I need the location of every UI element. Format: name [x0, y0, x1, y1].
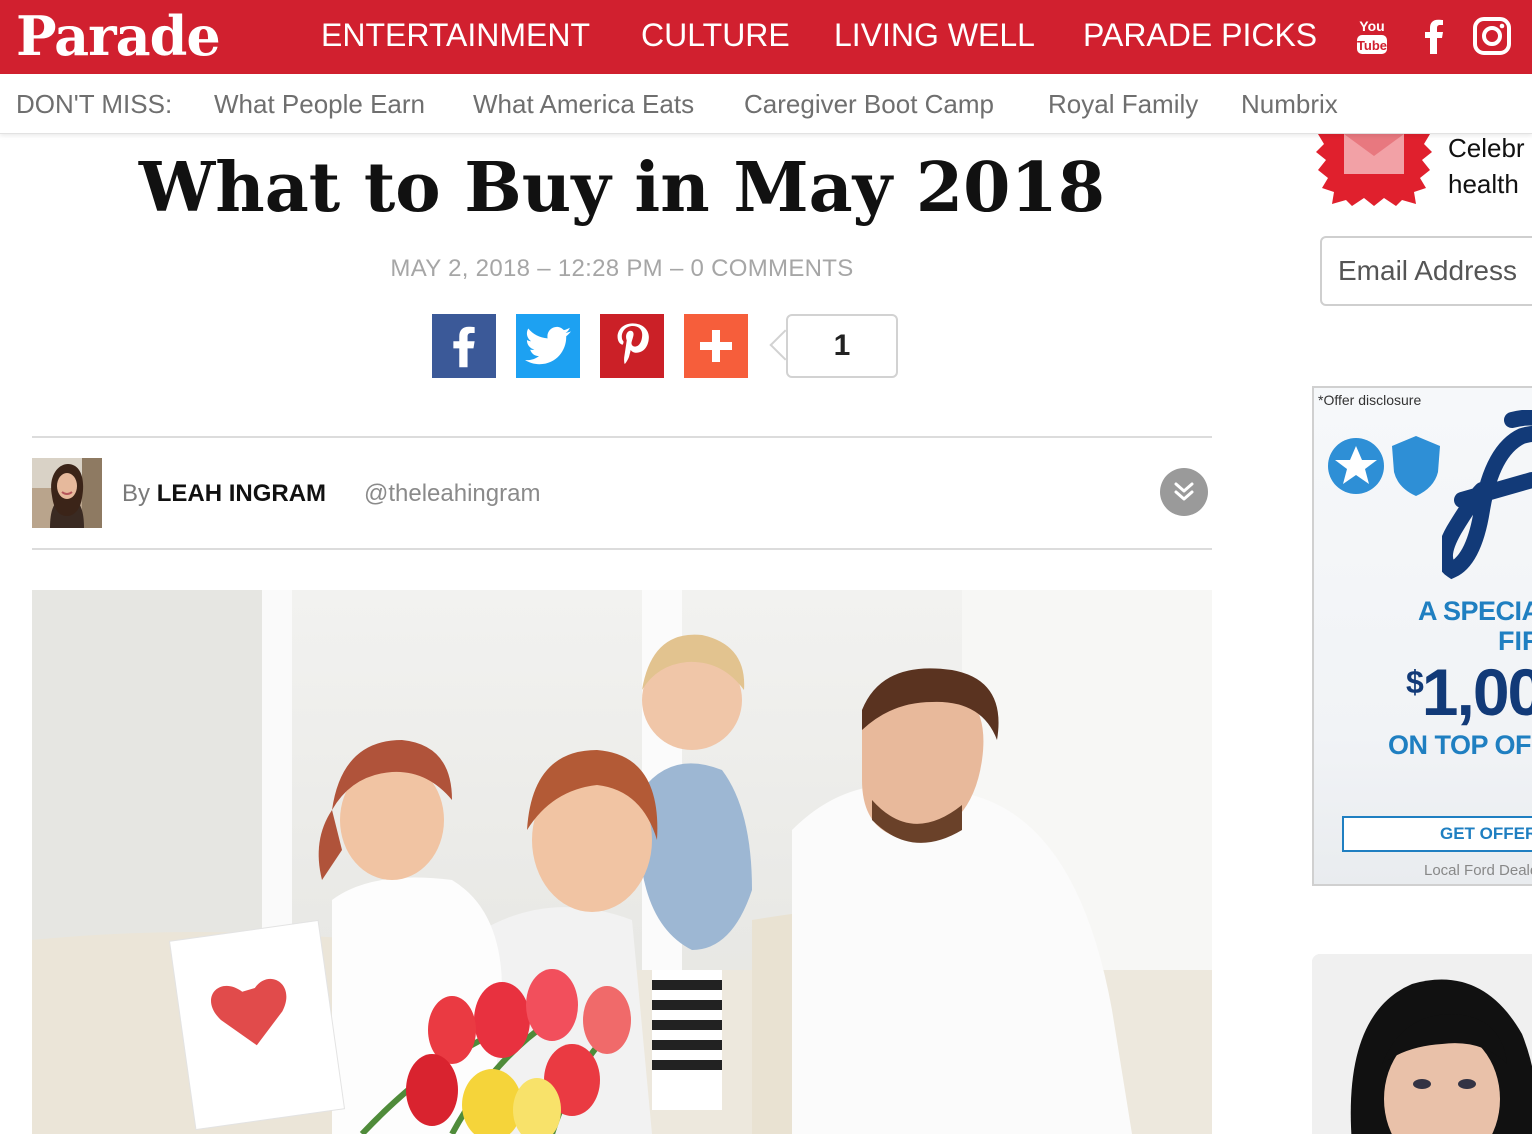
author-name[interactable]: LEAH INGRAM	[157, 480, 326, 507]
dont-miss-link-what-america-eats[interactable]: What America Eats	[473, 74, 694, 134]
author-byline: By LEAH INGRAM	[122, 480, 326, 508]
pinterest-share-button[interactable]	[600, 314, 664, 378]
nav-culture[interactable]: CULTURE	[641, 0, 790, 74]
twitter-share-button[interactable]	[516, 314, 580, 378]
dont-miss-bar: DON'T MISS: What People Earn What Americ…	[0, 74, 1532, 134]
article-date: MAY 2, 2018 – 12:28 PM	[390, 255, 663, 282]
divider	[32, 436, 1212, 438]
article-comments-link[interactable]: – 0 COMMENTS	[670, 255, 854, 282]
email-field[interactable]	[1322, 238, 1532, 304]
get-offer-button[interactable]: GET OFFER	[1342, 816, 1532, 852]
nav-parade-picks[interactable]: PARADE PICKS	[1083, 0, 1317, 74]
shield-icon	[1392, 436, 1440, 496]
instagram-icon[interactable]	[1470, 14, 1514, 58]
ad-amount-symbol: $	[1406, 664, 1424, 700]
youtube-label-you: You	[1359, 18, 1384, 34]
pinterest-icon	[617, 323, 649, 364]
author-avatar[interactable]	[32, 458, 102, 528]
nav-living-well[interactable]: LIVING WELL	[834, 0, 1035, 74]
article-meta: MAY 2, 2018 – 12:28 PM – 0 COMMENTS	[32, 255, 1212, 283]
author-twitter-handle[interactable]: @theleahingram	[364, 480, 540, 508]
ford-logo	[1442, 410, 1532, 580]
newsletter-line-2: health	[1448, 169, 1519, 199]
star-badge-icon	[1328, 438, 1384, 494]
facebook-share-button[interactable]	[432, 314, 496, 378]
parade-logo[interactable]: Parade	[16, 4, 221, 68]
ad-local-dealer: Local Ford Deale	[1424, 862, 1532, 879]
article-title: What to Buy in May 2018	[138, 148, 1106, 228]
ad-amount: $1,00	[1406, 654, 1532, 730]
chevron-double-down-icon[interactable]	[1160, 468, 1208, 516]
ad-headline-line-2: FIR	[1498, 626, 1532, 656]
facebook-icon[interactable]	[1414, 14, 1454, 58]
youtube-label-tube: Tube	[1357, 38, 1387, 53]
site-header: Parade ENTERTAINMENT CULTURE LIVING WELL…	[0, 0, 1532, 74]
article-hero-image	[32, 590, 1212, 1134]
dont-miss-link-what-people-earn[interactable]: What People Earn	[214, 74, 425, 134]
plus-icon	[700, 330, 732, 362]
ad-amount-value: 1,00	[1421, 655, 1532, 729]
newsletter-text: Celebr health	[1448, 130, 1525, 202]
addthis-share-button[interactable]	[684, 314, 748, 378]
ad-headline: A SPECIAL	[1418, 596, 1532, 626]
facebook-icon	[453, 326, 475, 368]
youtube-icon[interactable]: You Tube	[1352, 14, 1392, 58]
dont-miss-link-numbrix[interactable]: Numbrix	[1241, 74, 1338, 134]
newsletter-badge-icon	[1316, 134, 1432, 206]
newsletter-line-1: Celebr	[1448, 133, 1525, 163]
ford-advertisement[interactable]: *Offer disclosure A SPECIAL FIR $1,00 ON…	[1312, 386, 1532, 886]
ad-offer-disclosure[interactable]: *Offer disclosure	[1318, 392, 1421, 408]
ad-subline: ON TOP OF A	[1388, 730, 1532, 760]
author-prefix: By	[122, 480, 151, 507]
email-field-wrapper	[1320, 236, 1532, 306]
dont-miss-link-royal-family[interactable]: Royal Family	[1048, 74, 1198, 134]
dont-miss-link-caregiver-boot-camp[interactable]: Caregiver Boot Camp	[744, 74, 994, 134]
share-count: 1	[786, 314, 898, 378]
divider	[32, 548, 1212, 550]
sidebar-video-thumbnail[interactable]	[1312, 954, 1532, 1134]
nav-entertainment[interactable]: ENTERTAINMENT	[321, 0, 590, 74]
dont-miss-label: DON'T MISS:	[16, 89, 173, 119]
twitter-icon	[525, 326, 571, 365]
